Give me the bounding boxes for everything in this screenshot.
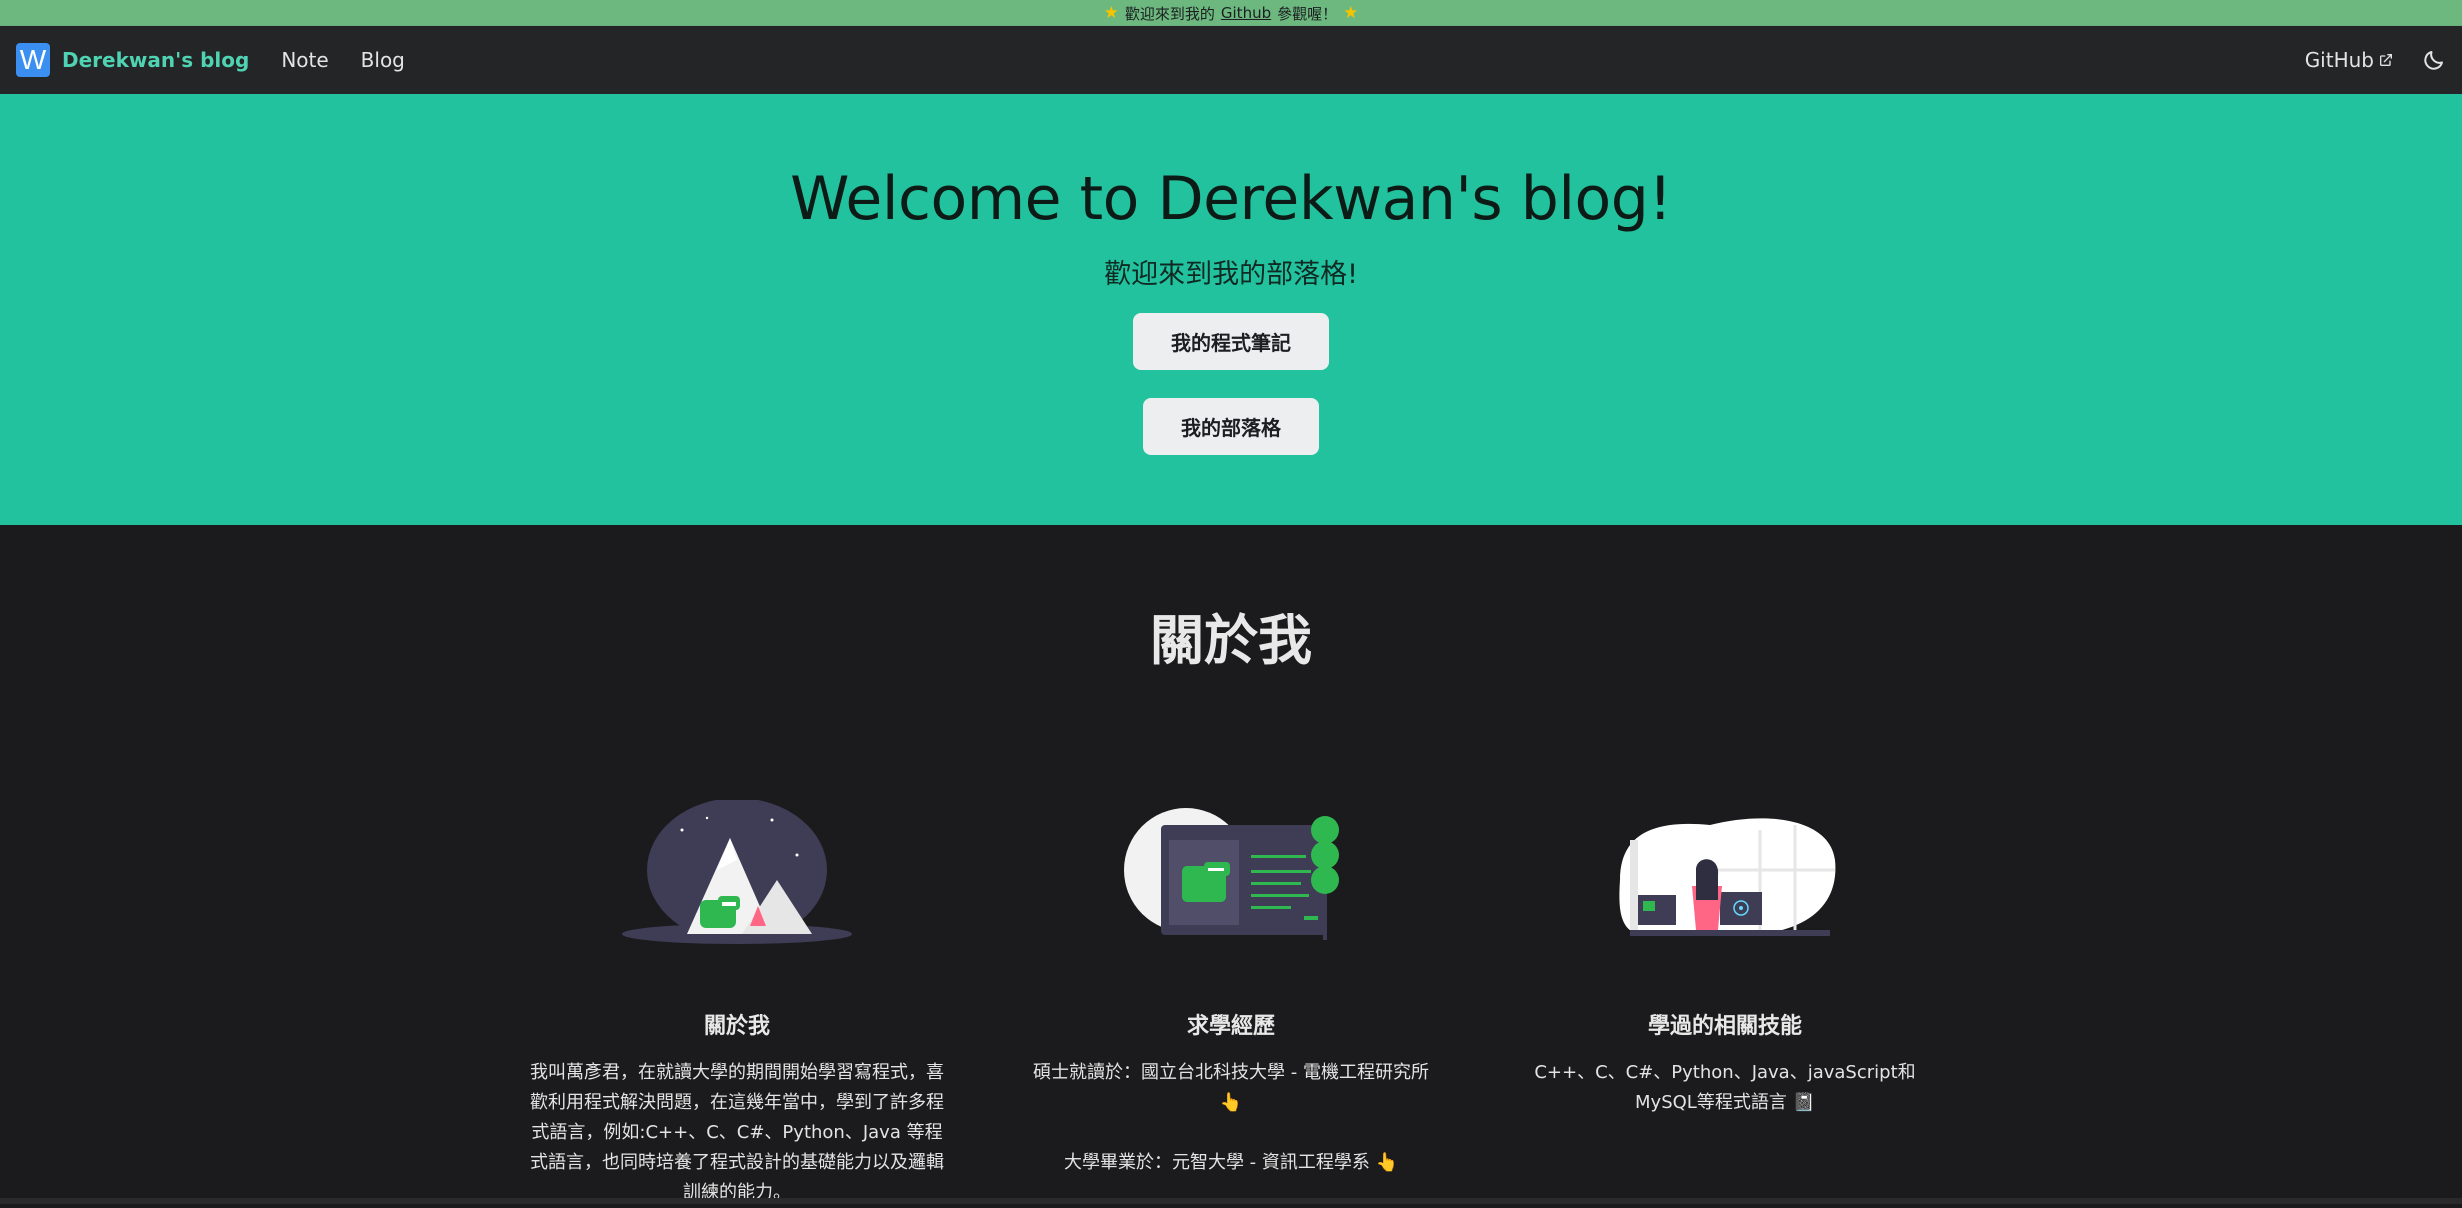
features-row: 關於我 我叫萬彥君，在就讀大學的期間開始學習寫程式，喜歡利用程式解決問題，在這幾… [0, 800, 2462, 1208]
github-nav-link[interactable]: GitHub [2305, 48, 2394, 72]
announcement-bar: ★ 歡迎來到我的 Github 參觀喔！ ★ [0, 0, 2462, 26]
external-link-icon [2380, 54, 2392, 66]
hero-subtitle: 歡迎來到我的部落格! [1104, 259, 1358, 290]
hero-banner: Welcome to Derekwan's blog! 歡迎來到我的部落格! 我… [0, 94, 2462, 525]
feature-title: 求學經歷 [1186, 1014, 1275, 1039]
navbar: W Derekwan's blog Note Blog GitHub [0, 26, 2462, 94]
about-section-title: 關於我 [1150, 609, 1312, 672]
github-announce-link[interactable]: Github [1221, 4, 1271, 22]
moon-icon[interactable] [2422, 48, 2446, 72]
bottom-border [0, 1198, 2462, 1204]
nav-link-note[interactable]: Note [281, 48, 328, 72]
feature-title: 關於我 [703, 1014, 770, 1039]
blog-button[interactable]: 我的部落格 [1143, 398, 1319, 455]
star-icon: ★ [1103, 3, 1119, 23]
nav-link-blog[interactable]: Blog [361, 48, 405, 72]
feature-about-me: 關於我 我叫萬彥君，在就讀大學的期間開始學習寫程式，喜歡利用程式解決問題，在這幾… [490, 800, 984, 1208]
feature-text: C++、C、C#、Python、Java、javaScript和MySQL等程式… [1534, 1062, 1916, 1113]
star-icon: ★ [1343, 3, 1359, 23]
feature-text: 我叫萬彥君，在就讀大學的期間開始學習寫程式，喜歡利用程式解決問題，在這幾年當中，… [530, 1062, 944, 1203]
developer-desk-illustration [1619, 818, 1836, 936]
mountain-dino-illustration [622, 800, 852, 944]
screen-dino-illustration [1124, 808, 1339, 940]
hero-title: Welcome to Derekwan's blog! [790, 164, 1672, 234]
feature-title: 學過的相關技能 [1647, 1014, 1802, 1039]
site-logo[interactable]: W [16, 43, 50, 77]
github-label: GitHub [2304, 48, 2374, 72]
notes-button[interactable]: 我的程式筆記 [1133, 313, 1329, 370]
feature-text-second: 大學畢業於：元智大學 - 資訊工程學系 👆 [1063, 1152, 1399, 1173]
feature-text: 碩士就讀於：國立台北科技大學 - 電機工程研究所 👆 [1033, 1062, 1429, 1113]
feature-skills: 學過的相關技能 C++、C、C#、Python、Java、javaScript和… [1478, 800, 1972, 1208]
brand-link[interactable]: Derekwan's blog [62, 48, 249, 72]
feature-education: 求學經歷 碩士就讀於：國立台北科技大學 - 電機工程研究所 👆 大學畢業於：元智… [984, 800, 1478, 1208]
announcement-prefix: 歡迎來到我的 [1124, 4, 1215, 23]
announcement-suffix: 參觀喔！ [1277, 4, 1338, 23]
